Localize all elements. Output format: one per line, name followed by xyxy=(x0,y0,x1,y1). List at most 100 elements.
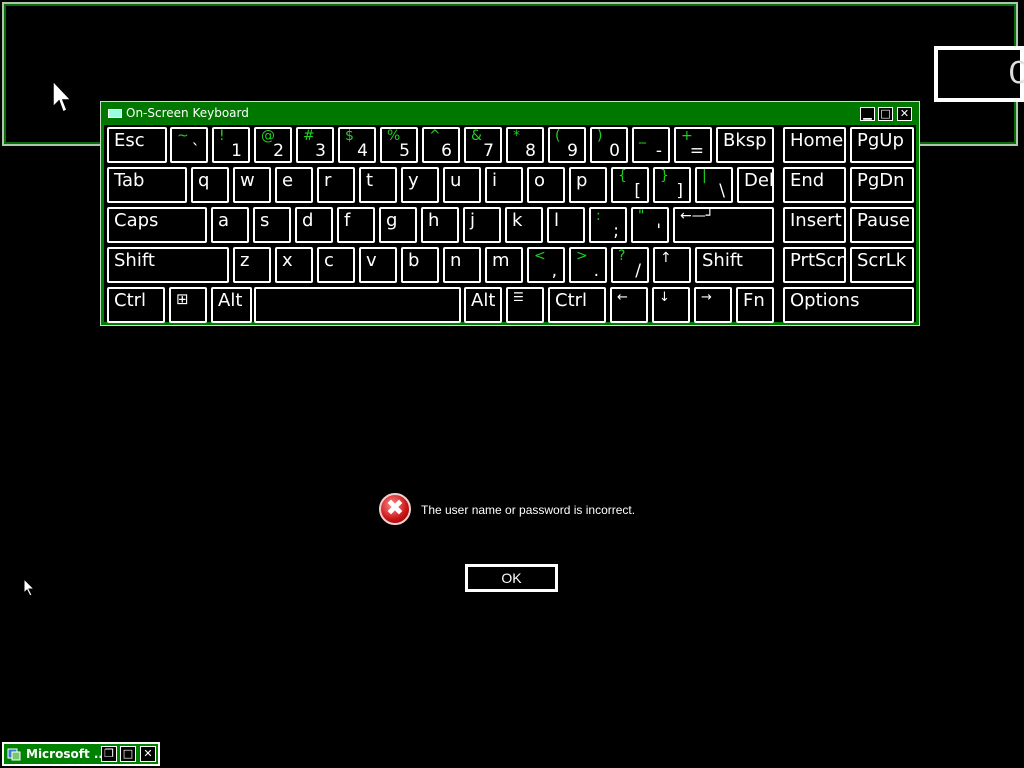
key-menu[interactable]: ☰ xyxy=(506,287,544,323)
key-8[interactable]: * 8 xyxy=(506,127,544,163)
key-arrow-down[interactable]: ↓ xyxy=(652,287,690,323)
osk-title: On-Screen Keyboard xyxy=(126,106,249,120)
key-g[interactable]: g xyxy=(379,207,417,243)
key-equals[interactable]: + = xyxy=(674,127,712,163)
key-c[interactable]: c xyxy=(317,247,355,283)
key-right-shift[interactable]: Shift xyxy=(695,247,774,283)
key-6[interactable]: ^ 6 xyxy=(422,127,460,163)
key-o[interactable]: o xyxy=(527,167,565,203)
maximize-button[interactable]: □ xyxy=(120,746,136,762)
keyboard-icon xyxy=(108,109,122,118)
key-period[interactable]: >. xyxy=(569,247,607,283)
key-0[interactable]: ) 0 xyxy=(590,127,628,163)
key-windows[interactable]: ⊞ xyxy=(169,287,207,323)
ok-button[interactable]: OK xyxy=(465,564,558,592)
key-esc[interactable]: Esc xyxy=(107,127,167,163)
key-enter[interactable]: ←—┘ xyxy=(673,207,774,243)
key-p[interactable]: p xyxy=(569,167,607,203)
key-slash[interactable]: ? / xyxy=(611,247,649,283)
background-window-glyph: C xyxy=(1007,56,1024,91)
close-button[interactable]: ✕ xyxy=(897,107,912,121)
key-minus[interactable]: _ - xyxy=(632,127,670,163)
key-q[interactable]: q xyxy=(191,167,229,203)
key-home[interactable]: Home xyxy=(783,127,846,163)
restore-button[interactable]: ❐ xyxy=(101,746,117,762)
key-x[interactable]: x xyxy=(275,247,313,283)
key-y[interactable]: y xyxy=(401,167,439,203)
minimize-button[interactable]: ▁ xyxy=(860,107,875,121)
key-prtscn[interactable]: PrtScn xyxy=(783,247,846,283)
key-r[interactable]: r xyxy=(317,167,355,203)
key-comma[interactable]: <, xyxy=(527,247,565,283)
mouse-cursor-icon xyxy=(52,80,73,114)
key-d[interactable]: d xyxy=(295,207,333,243)
key-w[interactable]: w xyxy=(233,167,271,203)
key-l[interactable]: l xyxy=(547,207,585,243)
menu-icon: ☰ xyxy=(513,290,524,304)
arrow-down-icon: ↓ xyxy=(659,290,670,305)
key-quote[interactable]: " ' xyxy=(631,207,669,243)
minimized-window[interactable]: Microsoft ... ❐ □ ✕ xyxy=(2,742,160,766)
key-left-ctrl[interactable]: Ctrl xyxy=(107,287,165,323)
key-pgup[interactable]: PgUp xyxy=(850,127,914,163)
key-a[interactable]: a xyxy=(211,207,249,243)
key-5[interactable]: % 5 xyxy=(380,127,418,163)
key-right-bracket[interactable]: }] xyxy=(653,167,691,203)
key-right-alt[interactable]: Alt xyxy=(464,287,502,323)
key-h[interactable]: h xyxy=(421,207,459,243)
close-button[interactable]: ✕ xyxy=(140,746,156,762)
key-backquote[interactable]: ~ ` xyxy=(170,127,208,163)
on-screen-keyboard-window: On-Screen Keyboard ▁ □ ✕ Esc ~ ` ! 1 @2 #3… xyxy=(100,101,920,326)
key-7[interactable]: & 7 xyxy=(464,127,502,163)
key-scrlk[interactable]: ScrLk xyxy=(850,247,914,283)
key-space[interactable] xyxy=(254,287,461,323)
key-u[interactable]: u xyxy=(443,167,481,203)
key-arrow-left[interactable]: ← xyxy=(610,287,648,323)
key-2[interactable]: @2 xyxy=(254,127,292,163)
minimized-window-title: Microsoft ... xyxy=(26,747,108,761)
key-t[interactable]: t xyxy=(359,167,397,203)
key-3[interactable]: #3 xyxy=(296,127,334,163)
key-v[interactable]: v xyxy=(359,247,397,283)
key-k[interactable]: k xyxy=(505,207,543,243)
key-n[interactable]: n xyxy=(443,247,481,283)
background-window-control[interactable]: C xyxy=(934,46,1024,102)
key-caps[interactable]: Caps xyxy=(107,207,207,243)
key-semicolon[interactable]: :; xyxy=(589,207,627,243)
error-icon: ✖ xyxy=(379,493,411,525)
arrow-up-icon: ↑ xyxy=(660,250,672,266)
key-left-shift[interactable]: Shift xyxy=(107,247,229,283)
key-tab[interactable]: Tab xyxy=(107,167,187,203)
key-i[interactable]: i xyxy=(485,167,523,203)
key-insert[interactable]: Insert xyxy=(783,207,846,243)
osk-title-bar[interactable]: On-Screen Keyboard ▁ □ ✕ xyxy=(101,102,919,124)
key-arrow-up[interactable]: ↑ xyxy=(653,247,691,283)
key-z[interactable]: z xyxy=(233,247,271,283)
key-1[interactable]: ! 1 xyxy=(212,127,250,163)
key-backslash[interactable]: | \ xyxy=(695,167,733,203)
key-pause[interactable]: Pause xyxy=(850,207,914,243)
key-end[interactable]: End xyxy=(783,167,846,203)
arrow-right-icon: → xyxy=(701,290,712,305)
mouse-cursor-icon xyxy=(23,578,36,597)
error-message: The user name or password is incorrect. xyxy=(421,503,636,517)
key-b[interactable]: b xyxy=(401,247,439,283)
key-left-bracket[interactable]: {[ xyxy=(611,167,649,203)
key-e[interactable]: e xyxy=(275,167,313,203)
key-4[interactable]: $4 xyxy=(338,127,376,163)
key-m[interactable]: m xyxy=(485,247,523,283)
key-backspace[interactable]: Bksp xyxy=(716,127,774,163)
key-pgdn[interactable]: PgDn xyxy=(850,167,914,203)
maximize-button[interactable]: □ xyxy=(878,107,893,121)
key-options[interactable]: Options xyxy=(783,287,914,323)
key-s[interactable]: s xyxy=(253,207,291,243)
key-arrow-right[interactable]: → xyxy=(694,287,732,323)
key-right-ctrl[interactable]: Ctrl xyxy=(548,287,606,323)
key-left-alt[interactable]: Alt xyxy=(211,287,252,323)
key-9[interactable]: (9 xyxy=(548,127,586,163)
key-f[interactable]: f xyxy=(337,207,375,243)
key-delete[interactable]: Del xyxy=(737,167,774,203)
key-fn[interactable]: Fn xyxy=(736,287,774,323)
app-icon xyxy=(7,748,21,761)
key-j[interactable]: j xyxy=(463,207,501,243)
